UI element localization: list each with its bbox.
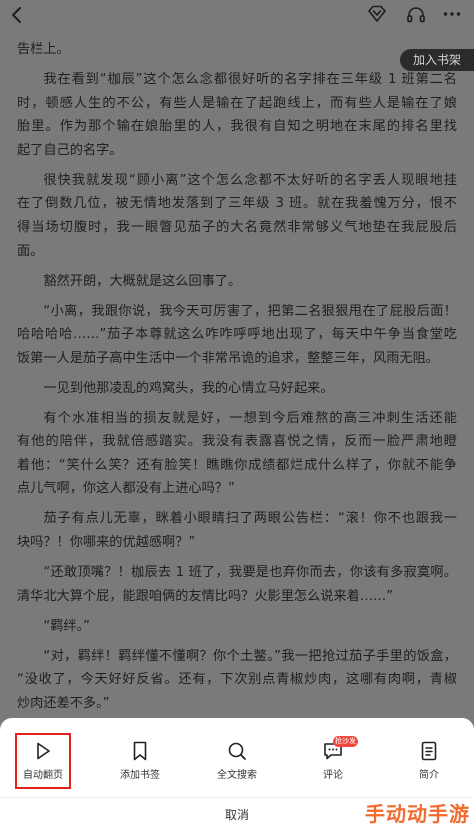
menu-item-label: 添加书签	[120, 770, 160, 781]
paragraph: “羁绊。”	[17, 615, 457, 639]
text-line: 有个水准相当的损友就是好，一想到今后难熬的高三冲刺生活还能	[43, 410, 457, 426]
text-line: “没收了，今天好好反省。还有，下次别点青椒炒肉，这哪有肉啊，青椒	[17, 672, 457, 688]
text-line: 在了倒数几位，被无情地发落到了三年级 3 班。就在我羞愧万分，恨不	[17, 196, 457, 212]
comment-badge: 抢沙发	[333, 736, 358, 747]
text-line: 有他的陪伴，我就倍感踏实。我没有表露喜悦之情，反而一脸严肃地瞪	[17, 434, 457, 450]
text-line: 告栏上。	[17, 42, 70, 57]
text-line: 一见到他那凌乱的鸡窝头，我的心情立马好起来。	[43, 380, 334, 396]
text-line: 时，顿感人生的不公，有些人是输在了起跑线上，而有些人是输在了娘	[17, 95, 457, 111]
search-icon	[226, 740, 248, 762]
paragraph: 有个水准相当的损友就是好，一想到今后难熬的高三冲刺生活还能有他的陪伴，我就倍感踏…	[17, 407, 457, 501]
text-line: 起了自己的名字。	[17, 142, 123, 158]
paragraph: “还敢顶嘴？！枷辰去 1 班了，我要是也弃你而去，你该有多寂寞啊。清华北大算个屁…	[17, 561, 457, 608]
text-line: 得当场切腹时，我一眼瞥见茄子的大名竟然非常够义气地垫在我屁股后	[17, 219, 457, 235]
play-icon	[32, 740, 54, 762]
paragraph: “小离，我跟你说，我今天可厉害了，把第二名狠狠甩在了屁股后面！ 哈哈哈哈……”茄子…	[17, 300, 457, 371]
paragraph: 告栏上。	[17, 38, 457, 62]
bookmark-icon	[129, 740, 151, 762]
menu-item-label: 评论	[323, 770, 343, 781]
add-bookmark-button[interactable]: 添加书签	[100, 718, 180, 797]
vip-diamond-icon[interactable]	[367, 5, 387, 23]
watermark-logo: 手动动手游	[365, 802, 470, 826]
top-bar	[0, 0, 474, 30]
auto-page-turn-button[interactable]: 自动翻页	[3, 718, 83, 797]
divider	[0, 797, 474, 798]
paragraph: 茄子有点儿无辜，眯着小眼睛扫了两眼公告栏：“滚！你不也跟我一块吗？！你哪来的优越…	[17, 507, 457, 554]
add-to-shelf-button[interactable]: 加入书架	[400, 49, 474, 71]
text-line: “还敢顶嘴？！枷辰去 1 班了，我要是也弃你而去，你该有多寂寞啊。	[43, 565, 457, 580]
paragraph: 我在看到“枷辰”这个怎么念都很好听的名字排在三年级 1 班第二名时，顿感人生的不…	[17, 68, 457, 162]
full-text-search-button[interactable]: 全文搜索	[197, 718, 277, 797]
text-line: 胎里。作为那个输在娘胎里的人，我很有自知之明地在末尾的排名里找	[17, 119, 457, 135]
menu-item-label: 简介	[419, 770, 439, 781]
text-line: 面。	[17, 243, 44, 259]
more-icon[interactable]	[443, 10, 461, 18]
book-intro-button[interactable]: 简介	[389, 718, 469, 797]
menu-item-label: 全文搜索	[217, 770, 257, 781]
paragraph: 一见到他那凌乱的鸡窝头，我的心情立马好起来。	[17, 377, 457, 401]
text-line: 点儿气啊，你这人都没有上进心吗？”	[17, 481, 235, 497]
text-line: “小离，我跟你说，我今天可厉害了，把第二名狠狠甩在了屁股后面！	[43, 303, 457, 319]
back-chevron-left-icon[interactable]	[8, 6, 26, 24]
text-line: 着他：“笑什么笑？还有脸笑！瞧瞧你成绩都烂成什么样了，你就不能争	[17, 457, 457, 473]
text-line: 清华北大算个屁，能跟咱俩的友情比吗？火影里怎么说来着……”	[17, 588, 394, 604]
text-line: 饭第一人是茄子高中生活中一个非常吊诡的追求，整整三年，风雨无阻。	[17, 350, 439, 366]
paragraph: 很快我就发现“顾小离”这个怎么念都不太好听的名字丢人现眼地挂在了倒数几位，被无情…	[17, 169, 457, 263]
text-line: “对，羁绊！羁绊懂不懂啊？你个土鳖。”我一把抢过茄子手里的饭盒，	[43, 648, 457, 664]
text-line: 茄子有点儿无辜，眯着小眼睛扫了两眼公告栏：“滚！你不也跟我一	[43, 511, 457, 527]
menu-item-label: 自动翻页	[23, 770, 63, 781]
text-line: 炒肉还差不多。”	[17, 695, 110, 711]
chapter-text: 告栏上。我在看到“枷辰”这个怎么念都很好听的名字排在三年级 1 班第二名时，顿感…	[17, 38, 457, 715]
text-line: 豁然开朗，大概就是这么回事了。	[43, 273, 242, 289]
text-line: 块吗？！你哪来的优越感啊？”	[17, 535, 196, 551]
text-line: 哈哈哈哈……”茄子本尊就这么咋咋呼呼地出现了，每天中午争当食堂吃	[17, 327, 457, 343]
text-line: 我在看到“枷辰”这个怎么念都很好听的名字排在三年级 1 班第二名	[43, 71, 457, 87]
cancel-button[interactable]: 取消	[187, 805, 287, 825]
reader-page: 加入书架 告栏上。我在看到“枷辰”这个怎么念都很好听的名字排在三年级 1 班第二…	[0, 0, 474, 829]
text-line: “羁绊。”	[43, 618, 91, 634]
paragraph: 豁然开朗，大概就是这么回事了。	[17, 270, 457, 294]
document-icon	[418, 740, 440, 762]
comment-button[interactable]: 抢沙发 评论	[293, 718, 373, 797]
text-line: 很快我就发现“顾小离”这个怎么念都不太好听的名字丢人现眼地挂	[43, 172, 457, 188]
headphones-icon[interactable]	[406, 5, 426, 23]
paragraph: “对，羁绊！羁绊懂不懂啊？你个土鳖。”我一把抢过茄子手里的饭盒， “没收了，今天好…	[17, 645, 457, 716]
